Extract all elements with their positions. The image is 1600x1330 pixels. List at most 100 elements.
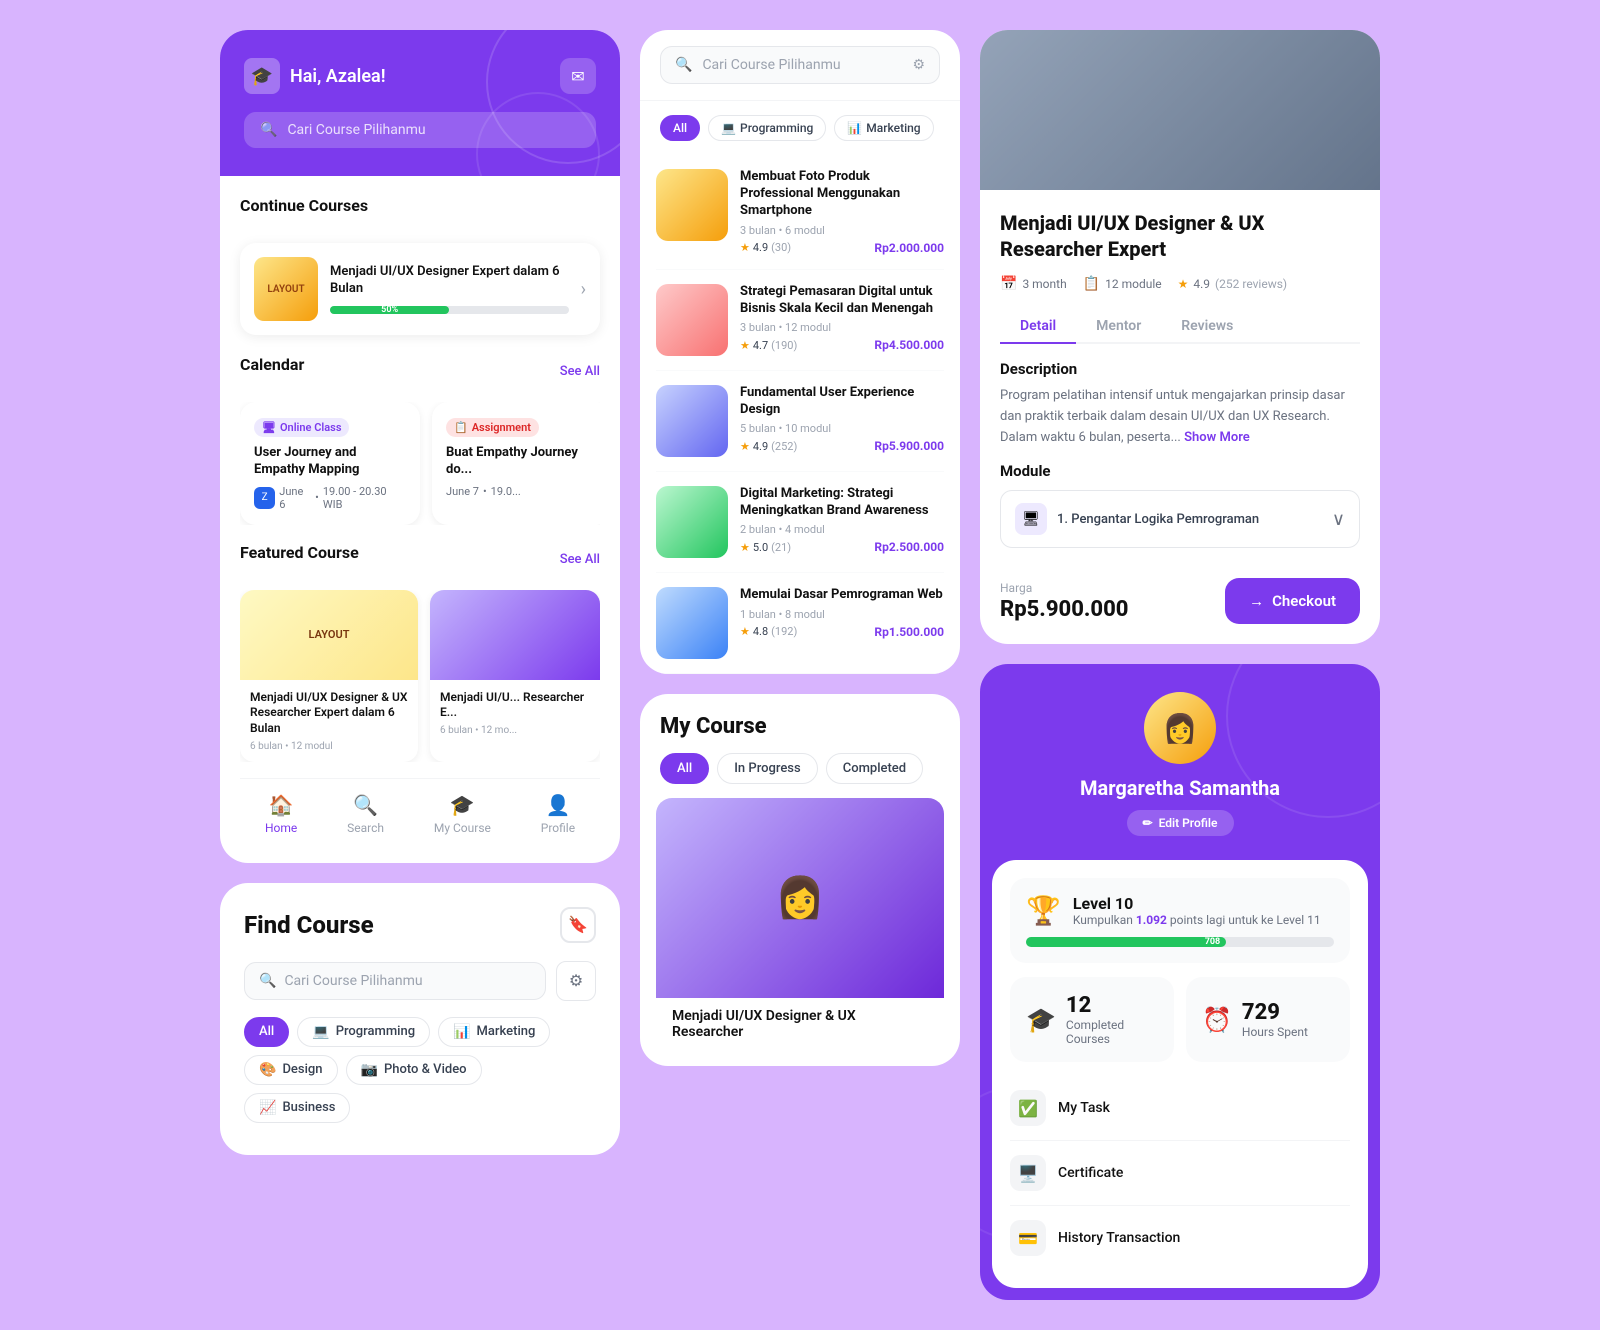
edit-profile-button[interactable]: ✏ Edit Profile (1127, 810, 1234, 836)
my-course-image: 👩 (656, 798, 944, 998)
course-item-5[interactable]: Memulai Dasar Pemrograman Web 1 bulan • … (656, 573, 944, 674)
stat-course-icon: 🎓 (1026, 1006, 1056, 1034)
continue-course-image: LAYOUT (254, 257, 318, 321)
calendar-cards: 🖥 Online Class User Journey and Empathy … (240, 402, 600, 525)
bottom-nav: 🏠 Home 🔍 Search 🎓 My Course 👤 Profile (240, 778, 600, 843)
design-icon: 🎨 (259, 1062, 276, 1078)
tab-reviews[interactable]: Reviews (1161, 310, 1253, 342)
stat-completed-info: 12 Completed Courses (1066, 993, 1158, 1046)
featured-item-2[interactable]: Menjadi UI/U... Researcher E... 6 bulan … (430, 590, 600, 762)
course-1-rating: ★ 4.9 (30) (740, 241, 791, 254)
course-item-2[interactable]: Strategi Pemasaran Digital untuk Bisnis … (656, 270, 944, 371)
cat-tab-all[interactable]: All (244, 1017, 289, 1047)
featured-item-1[interactable]: LAYOUT Menjadi UI/UX Designer & UX Resea… (240, 590, 418, 762)
list-cat-marketing[interactable]: 📊 Marketing (834, 115, 933, 141)
level-points: 1.092 (1136, 913, 1167, 927)
detail-title: Menjadi UI/UX Designer & UX Researcher E… (1000, 210, 1360, 262)
mc-tab-all[interactable]: All (660, 753, 709, 784)
course-list-search[interactable]: 🔍 Cari Course Pilihanmu ⚙ (660, 46, 940, 84)
my-course-thumb: 👩 (656, 798, 944, 998)
online-class-badge: 🖥 Online Class (254, 418, 349, 437)
course-4-meta: 2 bulan • 4 modul (740, 523, 944, 536)
find-search-input[interactable]: 🔍 Cari Course Pilihanmu (244, 962, 546, 1000)
continue-course-card[interactable]: LAYOUT Menjadi UI/UX Designer Expert dal… (240, 243, 600, 335)
stat-completed: 🎓 12 Completed Courses (1010, 977, 1174, 1062)
mycourse-icon: 🎓 (450, 793, 475, 817)
featured-thumb-2 (430, 590, 600, 680)
list-cat-all[interactable]: All (660, 115, 700, 141)
stats-row: 🎓 12 Completed Courses ⏰ 729 Hours Spent (1010, 977, 1350, 1062)
my-course-screen: My Course All In Progress Completed 👩 Me… (640, 694, 960, 1066)
featured-cards: LAYOUT Menjadi UI/UX Designer & UX Resea… (240, 590, 600, 762)
course-item-4[interactable]: Digital Marketing: Strategi Meningkatkan… (656, 472, 944, 573)
price-section: Harga Rp5.900.000 (1000, 581, 1128, 622)
course-list-cats: All 💻 Programming 📊 Marketing (640, 101, 960, 155)
tab-detail[interactable]: Detail (1000, 310, 1076, 344)
nav-home[interactable]: 🏠 Home (265, 793, 297, 835)
show-more-link[interactable]: Show More (1184, 430, 1250, 445)
my-course-title: My Course (660, 714, 940, 739)
nav-profile[interactable]: 👤 Profile (541, 793, 575, 835)
module-selector[interactable]: 🖥 1. Pengantar Logika Pemrograman ∨ (1000, 490, 1360, 548)
cal-event-1-title: User Journey and Empathy Mapping (254, 445, 406, 479)
marketing-icon: 📊 (453, 1024, 470, 1040)
filter-sliders-icon[interactable]: ⚙ (912, 57, 925, 73)
calendar-see-all[interactable]: See All (560, 364, 600, 379)
course-item-3[interactable]: Fundamental User Experience Design 5 bul… (656, 371, 944, 472)
cal-event-2-time: June 7 • 19.0... (446, 485, 598, 498)
course-3-meta: 5 bulan • 10 modul (740, 422, 944, 435)
star-icon-5: ★ (740, 625, 750, 638)
task-icon: ✅ (1010, 1090, 1046, 1126)
checkout-button[interactable]: → Checkout (1225, 578, 1360, 624)
menu-history[interactable]: 💳 History Transaction (1010, 1206, 1350, 1270)
nav-search[interactable]: 🔍 Search (347, 793, 384, 835)
profile-nav-icon: 👤 (545, 793, 570, 817)
detail-thumb (980, 30, 1380, 190)
profile-screen: 👩 Margaretha Samantha ✏ Edit Profile 🏆 L… (980, 664, 1380, 1300)
course-item-1[interactable]: Membuat Foto Produk Professional Menggun… (656, 155, 944, 270)
featured-see-all[interactable]: See All (560, 552, 600, 567)
course-4-thumb (656, 486, 728, 558)
nav-my-course[interactable]: 🎓 My Course (434, 793, 491, 835)
calendar-item-1[interactable]: 🖥 Online Class User Journey and Empathy … (240, 402, 420, 525)
menu-my-task[interactable]: ✅ My Task (1010, 1076, 1350, 1141)
featured-course-1-title: Menjadi UI/UX Designer & UX Researcher E… (250, 690, 408, 737)
profile-menu: ✅ My Task 🖥️ Certificate 💳 History Trans… (1010, 1076, 1350, 1270)
featured-course-1-meta: 6 bulan • 12 modul (250, 741, 408, 752)
continue-course-thumb: LAYOUT (254, 257, 318, 321)
my-course-item[interactable]: 👩 Menjadi UI/UX Designer & UX Researcher (656, 798, 944, 1050)
course-4-title: Digital Marketing: Strategi Meningkatkan… (740, 486, 944, 520)
tab-mentor[interactable]: Mentor (1076, 310, 1161, 342)
cat-tab-programming[interactable]: 💻 Programming (297, 1017, 430, 1047)
cat-tab-business[interactable]: 📈 Business (244, 1093, 350, 1123)
course-2-rating: ★ 4.7 (190) (740, 339, 797, 352)
mc-tab-inprogress[interactable]: In Progress (717, 753, 817, 784)
featured-course-2-title: Menjadi UI/U... Researcher E... (440, 690, 590, 721)
featured-course-2-meta: 6 bulan • 12 mo... (440, 725, 590, 736)
search-icon: 🔍 (260, 122, 277, 138)
course-5-info: Memulai Dasar Pemrograman Web 1 bulan • … (740, 587, 944, 659)
mail-icon[interactable]: ✉ (560, 58, 596, 94)
course-1-price: Rp2.000.000 (874, 241, 944, 255)
home-search-bar[interactable]: 🔍 Cari Course Pilihanmu (244, 112, 596, 148)
course-2-title: Strategi Pemasaran Digital untuk Bisnis … (740, 284, 944, 318)
home-search-placeholder: Cari Course Pilihanmu (287, 122, 425, 138)
calendar-item-2[interactable]: 📋 Assignment Buat Empathy Journey do... … (432, 402, 600, 525)
cat-tab-design[interactable]: 🎨 Design (244, 1055, 338, 1085)
zoom-icon: Z (254, 487, 275, 509)
search-nav-icon: 🔍 (353, 793, 378, 817)
column-1: 🎓 Hai, Azalea! ✉ 🔍 Cari Course Pilihanmu… (220, 30, 620, 1155)
cat-tab-photo[interactable]: 📷 Photo & Video (346, 1055, 482, 1085)
mc-tab-completed[interactable]: Completed (826, 753, 923, 784)
cat-tab-marketing[interactable]: 📊 Marketing (438, 1017, 550, 1047)
level-progress-bar: 708 (1026, 937, 1334, 947)
filter-button[interactable]: ⚙ (556, 961, 596, 1001)
menu-certificate[interactable]: 🖥️ Certificate (1010, 1141, 1350, 1206)
find-search-icon: 🔍 (259, 973, 276, 989)
course-search-icon: 🔍 (675, 57, 692, 73)
course-3-rating: ★ 4.9 (252) (740, 440, 797, 453)
list-cat-programming[interactable]: 💻 Programming (708, 115, 826, 141)
certificate-label: Certificate (1058, 1165, 1123, 1181)
bookmark-icon[interactable]: 🔖 (560, 907, 596, 943)
course-5-rating: ★ 4.8 (192) (740, 625, 797, 638)
